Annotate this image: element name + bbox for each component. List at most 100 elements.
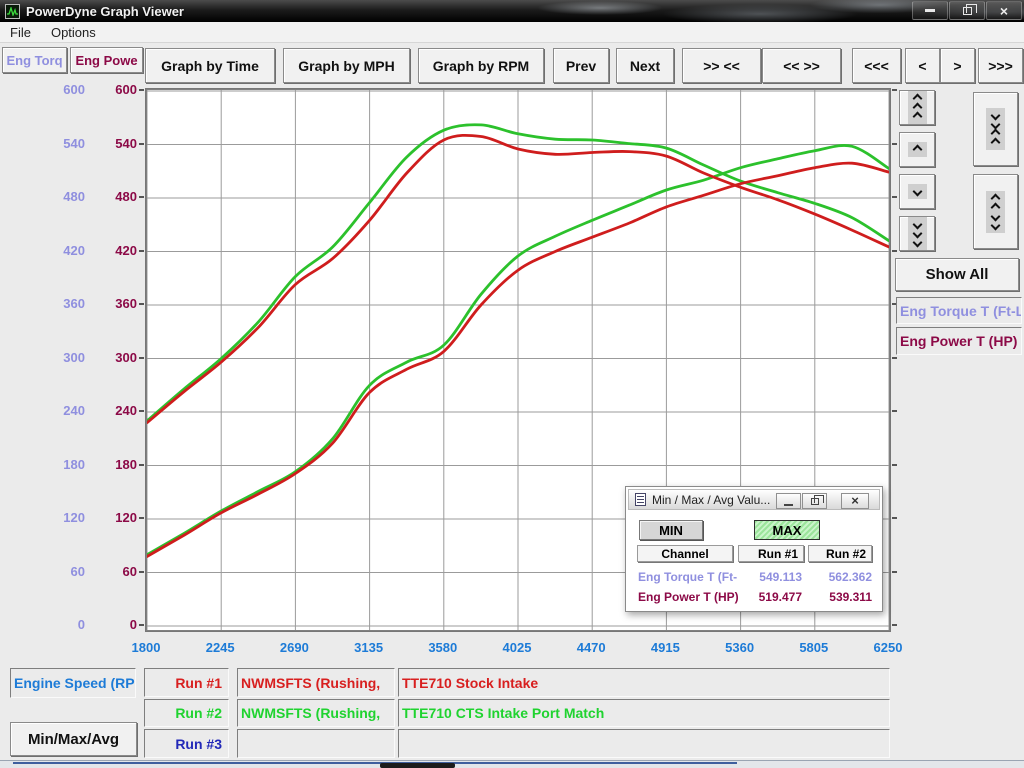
power-run2-max: 539.311	[808, 590, 872, 604]
minmax-minimize-button[interactable]	[776, 493, 801, 509]
power-axis-tick-label: 600	[73, 82, 137, 97]
next-button[interactable]: Next	[616, 48, 674, 83]
power-axis-tick-label: 300	[73, 350, 137, 365]
run2-column-header[interactable]: Run #2	[808, 545, 872, 562]
y-scroll-triple-up-button[interactable]	[899, 90, 935, 125]
chevrons-compress-vertical-icon	[986, 108, 1005, 150]
app-icon-waveform	[5, 4, 20, 19]
rpm-axis-tick-label: 6250	[858, 640, 918, 655]
tab-eng-torque[interactable]: Eng Torq	[2, 47, 67, 73]
minmax-close-button[interactable]: ×	[841, 493, 869, 509]
rpm-axis-tick-label: 3580	[413, 640, 473, 655]
run1-file-field: NWMSFTS (Rushing,	[237, 668, 395, 697]
torque-channel-selector[interactable]: Eng Torque T (Ft-Lbs)	[896, 297, 1022, 324]
power-axis-tick-label: 420	[73, 243, 137, 258]
menu-options[interactable]: Options	[41, 23, 106, 42]
min-toggle-button[interactable]: MIN	[639, 520, 703, 540]
axis-tick	[139, 143, 144, 145]
axis-tick	[892, 624, 897, 626]
y-scroll-up-button[interactable]	[899, 132, 935, 167]
minmax-restore-button[interactable]	[802, 493, 827, 509]
run3-file-field	[237, 729, 395, 758]
y-axis-compress-button[interactable]	[973, 92, 1018, 166]
rpm-axis-tick-label: 3135	[339, 640, 399, 655]
zoom-out-x-button[interactable]: << >>	[762, 48, 841, 83]
axis-tick	[139, 410, 144, 412]
chevron-down-icon	[908, 184, 927, 199]
power-axis-tick-label: 120	[73, 510, 137, 525]
run2-description-field: TTE710 CTS Intake Port Match	[398, 699, 890, 727]
document-icon	[635, 493, 646, 506]
power-axis-tick-label: 540	[73, 136, 137, 151]
close-icon: ×	[1000, 4, 1008, 18]
minmax-window-title-bar[interactable]: Min / Max / Avg Valu... ×	[628, 489, 880, 510]
rpm-axis-tick-label: 5360	[710, 640, 770, 655]
axis-tick	[139, 196, 144, 198]
axis-tick	[139, 464, 144, 466]
axis-tick	[892, 250, 897, 252]
rpm-axis-tick-label: 1800	[116, 640, 176, 655]
maximize-button[interactable]	[949, 1, 985, 20]
minimize-button[interactable]	[912, 1, 948, 20]
minmax-values-window: Min / Max / Avg Valu... × MIN MAX Channe…	[625, 486, 883, 612]
run1-label: Run #1	[144, 668, 229, 697]
rpm-axis-tick-label: 2690	[264, 640, 324, 655]
axis-tick	[139, 89, 144, 91]
minmax-window-title: Min / Max / Avg Valu...	[652, 493, 770, 507]
run3-description-field	[398, 729, 890, 758]
menu-file[interactable]: File	[0, 23, 41, 42]
axis-tick	[892, 517, 897, 519]
axis-tick	[139, 357, 144, 359]
scroll-far-left-button[interactable]: <<<	[852, 48, 901, 83]
power-axis-tick-label: 0	[73, 617, 137, 632]
power-axis-tick-label: 240	[73, 403, 137, 418]
run3-label: Run #3	[144, 729, 229, 758]
axis-tick	[139, 517, 144, 519]
title-bar[interactable]: PowerDyne Graph Viewer ×	[0, 0, 1024, 22]
axis-tick	[892, 143, 897, 145]
power-axis-tick-label: 60	[73, 564, 137, 579]
window-title: PowerDyne Graph Viewer	[26, 4, 184, 19]
tab-eng-power[interactable]: Eng Powe	[70, 47, 143, 73]
torque-run1-max: 549.113	[738, 570, 802, 584]
axis-tick	[892, 464, 897, 466]
min-max-avg-button[interactable]: Min/Max/Avg	[10, 722, 137, 756]
rpm-axis-tick-label: 2245	[190, 640, 250, 655]
graph-by-rpm-button[interactable]: Graph by RPM	[418, 48, 544, 83]
y-scroll-down-button[interactable]	[899, 174, 935, 209]
scroll-far-right-button[interactable]: >>>	[978, 48, 1023, 83]
chevron-triple-down-icon	[908, 217, 927, 250]
axis-tick	[139, 624, 144, 626]
chevron-up-icon	[908, 142, 927, 157]
scroll-left-button[interactable]: <	[905, 48, 940, 83]
restore-icon	[811, 498, 819, 505]
x-axis-channel-label: Engine Speed (RPM)	[10, 668, 136, 698]
channel-column-header[interactable]: Channel	[637, 545, 733, 562]
close-button[interactable]: ×	[986, 1, 1022, 20]
y-scroll-triple-down-button[interactable]	[899, 216, 935, 251]
graph-by-time-button[interactable]: Graph by Time	[145, 48, 275, 83]
rpm-axis-tick-label: 4025	[487, 640, 547, 655]
power-run1-max: 519.477	[738, 590, 802, 604]
menu-bar: File Options	[0, 22, 1024, 43]
power-channel-selector[interactable]: Eng Power T (HP)	[896, 327, 1022, 355]
axis-tick	[892, 89, 897, 91]
y-axis-expand-button[interactable]	[973, 174, 1018, 249]
zoom-in-x-button[interactable]: >> <<	[682, 48, 761, 83]
window-frame-edge	[13, 762, 737, 764]
axis-tick	[139, 571, 144, 573]
prev-button[interactable]: Prev	[553, 48, 609, 83]
scroll-right-button[interactable]: >	[940, 48, 975, 83]
show-all-button[interactable]: Show All	[895, 258, 1019, 291]
graph-by-mph-button[interactable]: Graph by MPH	[283, 48, 410, 83]
restore-icon	[963, 7, 972, 15]
run1-column-header[interactable]: Run #1	[738, 545, 804, 562]
run2-label: Run #2	[144, 699, 229, 727]
rpm-axis-tick-label: 5805	[784, 640, 844, 655]
max-toggle-button[interactable]: MAX	[754, 520, 820, 540]
axis-tick	[139, 250, 144, 252]
minimize-icon	[925, 9, 935, 12]
axis-tick	[892, 196, 897, 198]
axis-tick	[892, 571, 897, 573]
torque-row-channel: Eng Torque T (Ft-	[638, 570, 738, 584]
